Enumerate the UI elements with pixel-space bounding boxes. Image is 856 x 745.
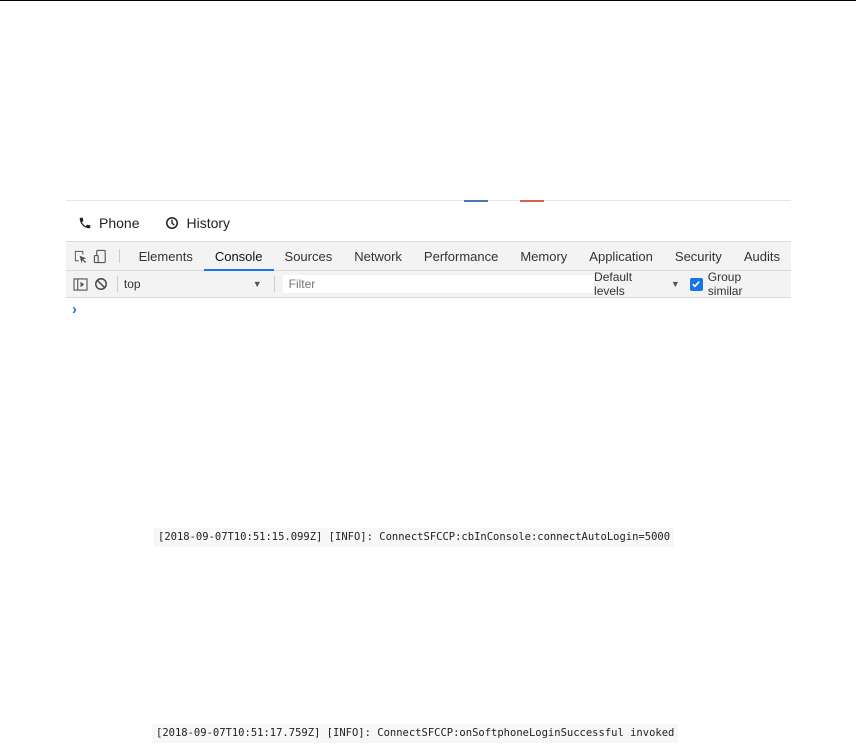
tab-phone[interactable]: Phone [78,215,139,231]
tab-application[interactable]: Application [578,242,664,270]
inspect-element-button[interactable] [71,242,91,270]
phone-icon [79,217,91,229]
device-toolbar-button[interactable] [91,242,111,270]
console-toolbar: top ▼ Default levels ▼ Group similar [66,270,791,298]
tab-audits[interactable]: Audits [733,242,791,270]
context-selector[interactable]: top ▼ [124,277,268,291]
checkmark-icon [692,281,701,288]
tab-history[interactable]: History [165,215,230,231]
devtools-panel: Elements Console Sources Network Perform… [66,241,791,320]
toolbar-separator [273,276,275,292]
group-similar-checkbox[interactable] [689,277,703,291]
clear-console-button[interactable] [91,274,111,294]
dropdown-arrow-icon: ▼ [670,279,680,289]
log-line: [2018-09-07T10:51:17.759Z] [INFO]: Conne… [152,724,679,743]
tab-phone-label: Phone [99,215,140,231]
group-similar-toggle[interactable]: Group similar [689,270,779,298]
tabbar-separator [118,249,120,263]
clock-icon [166,216,179,230]
sidebar-play-icon [73,277,89,291]
tab-console[interactable]: Console [203,242,274,271]
filter-input[interactable] [282,275,595,293]
frame-edge [66,200,791,201]
log-line: [2018-09-07T10:51:15.099Z] [INFO]: Conne… [154,528,675,547]
context-value: top [123,277,141,291]
accent-mark-blue [464,200,488,202]
tab-sources[interactable]: Sources [274,242,344,270]
tab-network[interactable]: Network [343,242,413,270]
log-levels-label: Default levels [594,270,633,298]
softphone-frame: Phone History Elements Console Sources N… [66,200,791,320]
show-sidebar-button[interactable] [71,274,91,294]
tab-memory[interactable]: Memory [509,242,578,270]
device-icon [94,249,107,263]
softphone-tabs: Phone History [66,212,244,234]
tab-elements[interactable]: Elements [128,242,204,270]
log-levels-dropdown[interactable]: Default levels ▼ [594,270,680,298]
inspect-icon [75,250,87,263]
toolbar-separator [116,276,118,292]
group-similar-label: Group similar [707,270,743,298]
dropdown-arrow-icon: ▼ [252,279,262,289]
prompt-chevron-icon: › [72,300,77,318]
tab-security[interactable]: Security [664,242,733,270]
top-border [0,0,856,1]
tab-history-label: History [186,215,231,231]
accent-mark-red [520,200,544,202]
tab-performance[interactable]: Performance [413,242,509,270]
block-icon [94,278,107,290]
console-prompt[interactable]: › [66,298,791,320]
devtools-tabbar: Elements Console Sources Network Perform… [66,241,791,271]
